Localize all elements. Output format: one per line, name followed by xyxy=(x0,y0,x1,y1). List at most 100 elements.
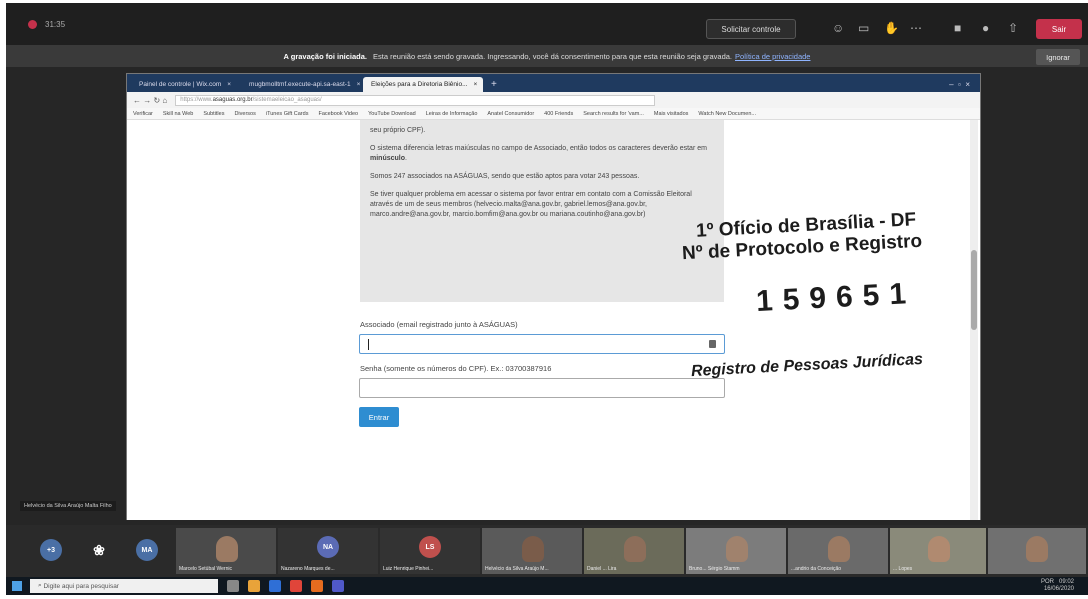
share-screen-icon[interactable]: ⇧ xyxy=(1008,21,1018,35)
senha-label: Senha (somente os números do CPF). Ex.: … xyxy=(360,364,552,373)
browser-tab[interactable]: Painel de controle | Wix.com × xyxy=(131,77,239,92)
participant-name: Luiz Henrique Pinhei... xyxy=(383,566,434,572)
raise-hand-icon[interactable]: ✋ xyxy=(884,21,899,35)
task-view-icon[interactable] xyxy=(227,580,239,592)
key-icon xyxy=(709,340,716,348)
plant-avatar-icon: ❀ xyxy=(93,541,105,558)
participant-name: ... Lopes xyxy=(893,566,913,572)
meeting-timer: 31:35 xyxy=(45,19,66,29)
participant-video xyxy=(928,536,950,562)
new-tab-icon[interactable]: + xyxy=(485,79,503,90)
window-controls[interactable]: – ▫ × xyxy=(939,80,980,92)
info-text: O sistema diferencia letras maiúsculas n… xyxy=(370,145,707,152)
bookmark-item[interactable]: Verificar xyxy=(133,111,153,117)
participant-video xyxy=(522,536,544,562)
url-path: /sistemaeleicao_asaguas/ xyxy=(252,97,322,103)
request-control-button[interactable]: Solicitar controle xyxy=(706,19,796,39)
firefox-icon[interactable] xyxy=(311,580,323,592)
bookmarks-bar: Verificar Skill na Web Subtitles Diverso… xyxy=(127,108,980,120)
scrollbar-thumb[interactable] xyxy=(971,250,977,330)
associado-label: Associado (email registrado junto à ASÁG… xyxy=(360,320,518,329)
forward-icon[interactable]: → xyxy=(143,96,151,105)
info-paragraph: O sistema diferencia letras maiúsculas n… xyxy=(370,145,707,162)
chrome-icon[interactable] xyxy=(290,580,302,592)
recording-icon xyxy=(28,19,37,29)
associado-input[interactable] xyxy=(359,334,725,354)
browser-tab-active[interactable]: Eleições para a Diretoria Biênio... × xyxy=(363,77,484,92)
browser-tab-strip: Painel de controle | Wix.com × mugbmolltm… xyxy=(127,74,980,92)
chat-icon[interactable]: ▭ xyxy=(858,21,869,35)
edge-icon[interactable] xyxy=(269,580,281,592)
close-icon[interactable]: × xyxy=(227,81,231,88)
meeting-toolbar: 31:35 Solicitar controle ☺ ▭ ✋ ⋯ ■ ● ⇧ S… xyxy=(6,3,1088,45)
clock-time: 09:02 xyxy=(1058,579,1074,585)
windows-start-icon[interactable] xyxy=(12,581,22,591)
avatar: LS xyxy=(419,536,441,558)
search-placeholder: Digite aqui para pesquisar xyxy=(43,582,119,590)
bookmark-item[interactable]: Subtitles xyxy=(203,111,224,117)
bookmark-item[interactable]: YouTube Download xyxy=(368,111,416,117)
overflow-avatar[interactable]: +3 xyxy=(40,539,62,561)
participant-tile[interactable]: NA Nazareno Marques de... xyxy=(278,528,378,574)
bookmark-item[interactable]: Facebook Video xyxy=(318,111,358,117)
bookmark-item[interactable]: Watch New Documen... xyxy=(698,111,756,117)
banner-text: Esta reunião está sendo gravada. Ingress… xyxy=(373,51,733,61)
address-bar[interactable]: https://www. asaguas.org.br/sistemaeleica… xyxy=(175,94,656,106)
senha-input[interactable] xyxy=(359,378,725,398)
page-scrollbar[interactable] xyxy=(970,120,978,520)
bookmark-item[interactable]: iTunes Gift Cards xyxy=(266,111,309,117)
privacy-link[interactable]: Política de privacidade xyxy=(735,52,810,61)
bookmark-item[interactable]: Diversos xyxy=(234,111,255,117)
participant-tile[interactable]: Helvécio da Silva Araújo M... xyxy=(482,528,582,574)
info-paragraph: seu próprio CPF). xyxy=(370,127,426,134)
info-panel: seu próprio CPF). O sistema diferencia l… xyxy=(360,120,724,302)
bookmark-item[interactable]: Leiras de Informação xyxy=(426,111,478,117)
clock-date: 16/06/2020 xyxy=(1043,586,1074,592)
participant-tile[interactable]: Daniel ... Lira xyxy=(584,528,684,574)
participant-tile[interactable]: Marcelo Setúbal Wernic xyxy=(176,528,276,574)
file-explorer-icon[interactable] xyxy=(248,580,260,592)
participant-tile[interactable]: LS Luiz Henrique Pinhei... xyxy=(380,528,480,574)
close-icon[interactable]: × xyxy=(357,81,361,88)
close-icon[interactable]: × xyxy=(474,81,478,88)
participant-name: Bruno... Sérgio Stamm xyxy=(689,566,740,572)
participant-video xyxy=(828,536,850,562)
web-page: seu próprio CPF). O sistema diferencia l… xyxy=(127,120,980,520)
text-caret xyxy=(368,339,369,350)
screenshot-frame: 31:35 Solicitar controle ☺ ▭ ✋ ⋯ ■ ● ⇧ S… xyxy=(6,3,1088,595)
browser-nav-bar: ← → ↻ ⌂ https://www. asaguas.org.br/siste… xyxy=(127,92,980,108)
participant-name: Marcelo Setúbal Wernic xyxy=(179,566,232,572)
participant-tile[interactable]: Bruno... Sérgio Stamm xyxy=(686,528,786,574)
ignore-button[interactable]: Ignorar xyxy=(1036,49,1080,65)
tab-label: mugbmolltmf.execute-api.sa-east-1 xyxy=(249,81,351,88)
home-icon[interactable]: ⌂ xyxy=(162,96,167,105)
leave-button[interactable]: Sair xyxy=(1036,19,1082,39)
bookmark-item[interactable]: 400 Friends xyxy=(544,111,573,117)
participant-tile[interactable]: ...andrio da Conceição xyxy=(788,528,888,574)
entrar-button[interactable]: Entrar xyxy=(359,407,399,427)
participants-icon[interactable]: ☺ xyxy=(832,21,844,35)
browser-tab[interactable]: mugbmolltmf.execute-api.sa-east-1 × xyxy=(241,77,361,92)
system-tray: POR 09:02 16/06/2020 xyxy=(1041,579,1088,593)
participant-tile[interactable] xyxy=(988,528,1086,574)
participant-strip: +3 ❀ MA Marcelo Setúbal Wernic NA Nazare… xyxy=(6,525,1088,577)
reload-icon[interactable]: ↻ xyxy=(153,96,160,105)
url-domain: asaguas.org.br xyxy=(212,97,253,103)
back-icon[interactable]: ← xyxy=(133,96,141,105)
avatar: MA xyxy=(136,539,158,561)
language-indicator: POR xyxy=(1040,579,1054,585)
participant-tile[interactable]: ... Lopes xyxy=(890,528,986,574)
bookmark-item[interactable]: Skill na Web xyxy=(163,111,193,117)
teams-icon[interactable] xyxy=(332,580,344,592)
participant-name: Helvécio da Silva Araújo M... xyxy=(485,566,549,572)
bookmark-item[interactable]: Mais visitados xyxy=(654,111,689,117)
bookmark-item[interactable]: Anatel Consumidor xyxy=(487,111,534,117)
more-options-icon[interactable]: ⋯ xyxy=(910,21,922,35)
participant-video xyxy=(726,536,748,562)
bookmark-item[interactable]: Search results for 'vam... xyxy=(583,111,644,117)
recording-banner: A gravação foi iniciada. Esta reunião es… xyxy=(6,45,1088,67)
microphone-icon[interactable]: ● xyxy=(982,21,989,35)
camera-icon[interactable]: ■ xyxy=(954,21,961,35)
taskbar-search[interactable]: ⌕ Digite aqui para pesquisar xyxy=(30,579,218,593)
speaker-name-label: Helvécio da Silva Araújo Malta Filho xyxy=(20,501,116,511)
